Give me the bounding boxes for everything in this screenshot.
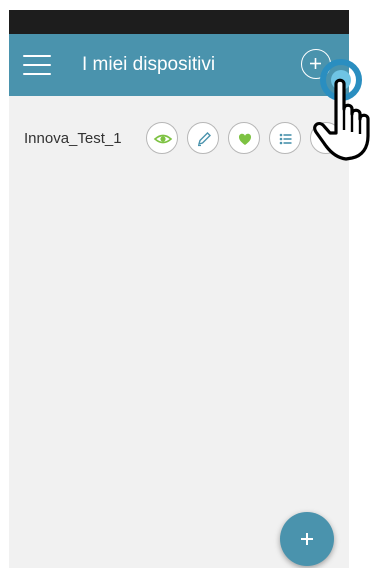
app-bar: I miei dispositivi <box>9 34 349 96</box>
add-device-button[interactable] <box>301 49 331 79</box>
status-bar <box>9 10 349 34</box>
pencil-icon <box>197 132 211 147</box>
list-icon <box>279 133 292 145</box>
delete-device-button[interactable] <box>310 122 342 154</box>
trash-icon <box>322 132 332 146</box>
view-device-button[interactable] <box>146 122 178 154</box>
eye-icon <box>153 134 173 144</box>
plus-icon <box>301 533 313 545</box>
phone-screen: I miei dispositivi Innova_Test_1 <box>9 10 349 568</box>
device-details-button[interactable] <box>269 122 301 154</box>
device-name: Innova_Test_1 <box>24 130 122 147</box>
heart-icon <box>239 133 251 145</box>
favorite-device-button[interactable] <box>228 122 260 154</box>
plus-icon <box>310 58 321 69</box>
page-title: I miei dispositivi <box>82 54 216 75</box>
device-row: Innova_Test_1 <box>9 122 349 156</box>
add-device-fab[interactable] <box>280 512 334 566</box>
hamburger-menu-icon[interactable] <box>23 55 51 75</box>
edit-device-button[interactable] <box>187 122 219 154</box>
